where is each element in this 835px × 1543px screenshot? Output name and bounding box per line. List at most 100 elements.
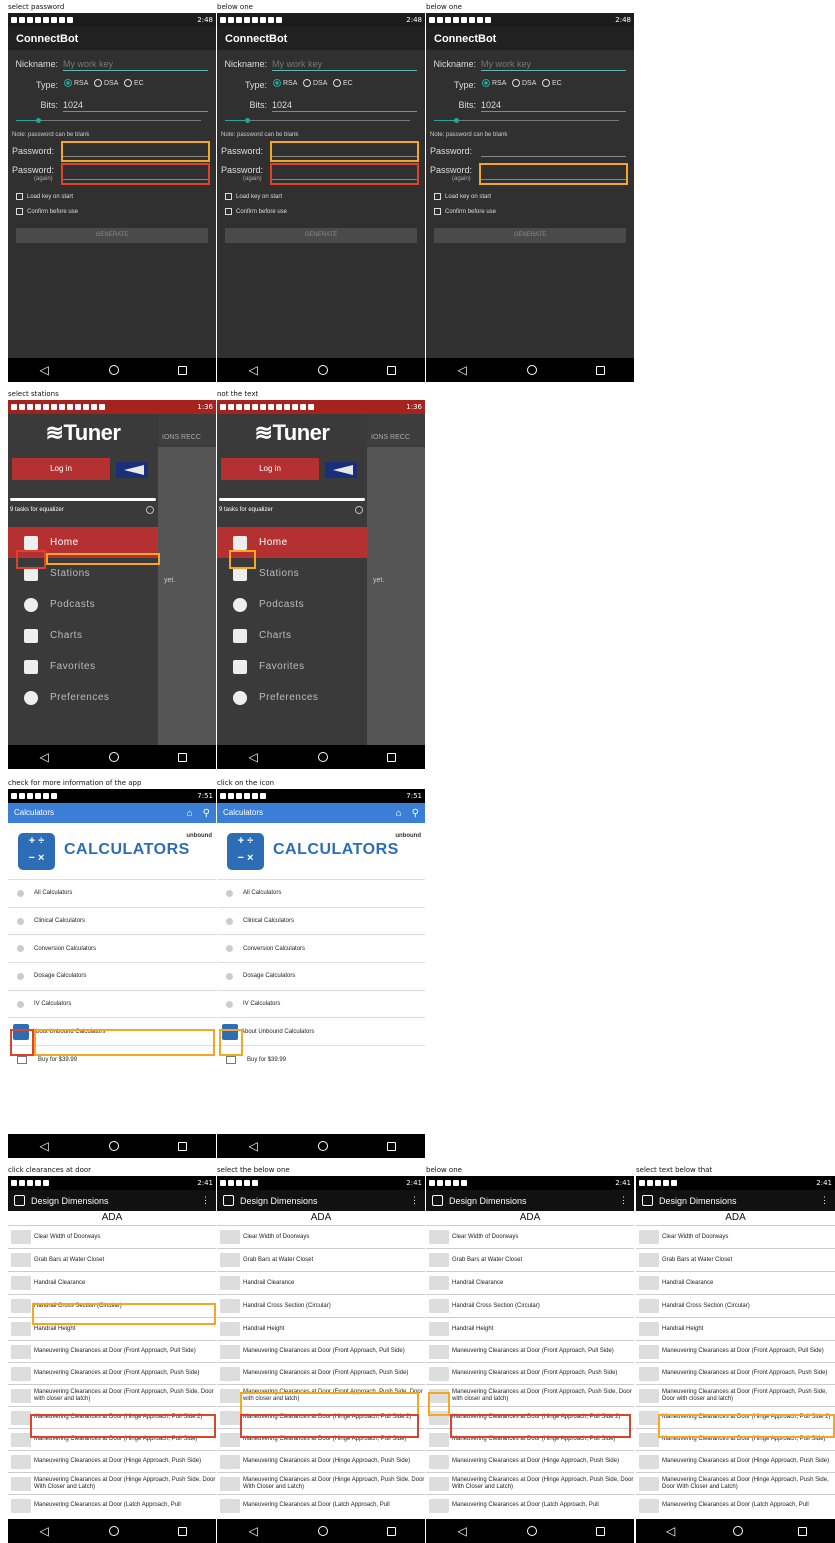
back-icon[interactable]: ◁ xyxy=(455,1525,469,1537)
bits-slider-knob[interactable] xyxy=(36,118,42,123)
back-icon[interactable]: ◁ xyxy=(664,1525,678,1537)
list-item[interactable]: Maneuvering Clearances at Door (Hinge Ap… xyxy=(8,1450,216,1472)
menu-favorites[interactable]: Favorites xyxy=(8,651,158,682)
home-nav-icon[interactable] xyxy=(527,365,538,375)
radio-ec[interactable] xyxy=(332,79,341,87)
home-nav-icon[interactable] xyxy=(318,1526,329,1536)
list-item[interactable]: Handrail Clearance xyxy=(426,1271,634,1294)
recents-icon[interactable] xyxy=(386,365,396,375)
list-item[interactable]: Maneuvering Clearances at Door (Latch Ap… xyxy=(217,1494,425,1516)
home-nav-icon[interactable] xyxy=(318,1141,329,1151)
recents-icon[interactable] xyxy=(798,1526,808,1536)
menu-preferences[interactable]: Preferences xyxy=(8,682,158,713)
back-icon[interactable]: ◁ xyxy=(246,1525,260,1537)
back-icon[interactable]: ◁ xyxy=(37,364,51,376)
load-key-checkbox[interactable] xyxy=(434,193,441,200)
list-item[interactable]: Handrail Clearance xyxy=(8,1271,216,1294)
buy-item[interactable]: Buy for $39.99 xyxy=(217,1046,425,1074)
list-item[interactable]: Grab Bars at Water Closet xyxy=(217,1248,425,1271)
list-item[interactable]: Handrail Height xyxy=(636,1317,835,1340)
list-item[interactable]: Maneuvering Clearances at Door (Latch Ap… xyxy=(636,1494,835,1516)
menu-charts[interactable]: Charts xyxy=(217,620,367,651)
home-nav-icon[interactable] xyxy=(109,1141,120,1151)
menu-favorites[interactable]: Favorites xyxy=(217,651,367,682)
bits-slider-knob[interactable] xyxy=(245,118,251,123)
list-item[interactable]: Maneuvering Clearances at Door (Hinge Ap… xyxy=(426,1450,634,1472)
nickname-field[interactable]: My work key xyxy=(63,59,208,71)
radio-dsa[interactable] xyxy=(302,79,311,87)
list-item[interactable]: Maneuvering Clearances at Door (Front Ap… xyxy=(217,1340,425,1362)
radio-dsa[interactable] xyxy=(93,79,102,87)
radio-rsa[interactable] xyxy=(273,79,281,87)
radio-rsa[interactable] xyxy=(482,79,490,87)
list-item[interactable]: Grab Bars at Water Closet xyxy=(426,1248,634,1271)
list-item[interactable]: All Calculators xyxy=(217,880,425,908)
password-field[interactable] xyxy=(481,145,626,157)
menu-preferences[interactable]: Preferences xyxy=(217,682,367,713)
list-item[interactable]: Clinical Calculators xyxy=(8,908,216,936)
load-key-checkbox[interactable] xyxy=(225,193,232,200)
flag-icon[interactable] xyxy=(325,462,357,478)
load-key-checkbox[interactable] xyxy=(16,193,23,200)
load-key-option[interactable]: Load key on start xyxy=(225,193,282,200)
confirm-option[interactable]: Confirm before use xyxy=(225,208,287,215)
menu-podcasts[interactable]: Podcasts xyxy=(8,589,158,620)
about-item[interactable]: About Unbound Calculators xyxy=(217,1018,425,1047)
login-button[interactable]: Log in xyxy=(221,458,319,480)
list-item[interactable]: Handrail Clearance xyxy=(217,1271,425,1294)
home-nav-icon[interactable] xyxy=(318,752,329,762)
list-item[interactable]: Grab Bars at Water Closet xyxy=(636,1248,835,1271)
list-item[interactable]: Maneuvering Clearances at Door (Hinge Ap… xyxy=(636,1450,835,1472)
bits-slider-knob[interactable] xyxy=(454,118,460,123)
search-icon[interactable]: ⚲ xyxy=(412,808,419,823)
generate-button[interactable]: GENERATE xyxy=(434,228,626,243)
flag-icon[interactable] xyxy=(116,462,148,478)
list-item[interactable]: Conversion Calculators xyxy=(217,935,425,964)
list-item[interactable]: Maneuvering Clearances at Door (Hinge Ap… xyxy=(217,1472,425,1494)
back-icon[interactable]: ◁ xyxy=(37,751,51,763)
list-item[interactable]: Maneuvering Clearances at Door (Front Ap… xyxy=(8,1384,216,1406)
list-item[interactable]: Clear Width of Doorways xyxy=(8,1225,216,1248)
list-item[interactable]: Maneuvering Clearances at Door (Front Ap… xyxy=(636,1340,835,1362)
home-nav-icon[interactable] xyxy=(109,365,120,375)
overflow-menu-icon[interactable]: ⋮ xyxy=(201,1195,210,1206)
list-item[interactable]: Conversion Calculators xyxy=(8,935,216,964)
list-item[interactable]: Maneuvering Clearances at Door (Front Ap… xyxy=(426,1384,634,1406)
list-item[interactable]: Clear Width of Doorways xyxy=(426,1225,634,1248)
list-item[interactable]: Clinical Calculators xyxy=(217,908,425,936)
back-icon[interactable]: ◁ xyxy=(37,1140,51,1152)
back-icon[interactable]: ◁ xyxy=(246,364,260,376)
home-icon[interactable]: ⌂ xyxy=(187,808,193,823)
confirm-checkbox[interactable] xyxy=(16,208,23,215)
list-item[interactable]: Dosage Calculators xyxy=(217,963,425,991)
home-nav-icon[interactable] xyxy=(318,365,329,375)
tabs-strip[interactable]: IONS RECC xyxy=(367,414,425,447)
radio-rsa[interactable] xyxy=(64,79,72,87)
load-key-option[interactable]: Load key on start xyxy=(434,193,491,200)
bits-field[interactable]: 1024 xyxy=(481,100,626,112)
generate-button[interactable]: GENERATE xyxy=(16,228,208,243)
nickname-field[interactable]: My work key xyxy=(481,59,626,71)
list-item[interactable]: Maneuvering Clearances at Door (Front Ap… xyxy=(636,1362,835,1384)
bits-field[interactable]: 1024 xyxy=(63,100,208,112)
list-item[interactable]: Maneuvering Clearances at Door (Front Ap… xyxy=(8,1362,216,1384)
recents-icon[interactable] xyxy=(177,752,187,762)
list-item[interactable]: Maneuvering Clearances at Door (Front Ap… xyxy=(426,1362,634,1384)
back-icon[interactable]: ◁ xyxy=(246,751,260,763)
bits-slider[interactable] xyxy=(16,118,201,123)
back-icon[interactable]: ◁ xyxy=(246,1140,260,1152)
back-icon[interactable]: ◁ xyxy=(455,364,469,376)
radio-ec[interactable] xyxy=(123,79,132,87)
home-icon[interactable]: ⌂ xyxy=(396,808,402,823)
list-item[interactable]: Maneuvering Clearances at Door (Hinge Ap… xyxy=(636,1472,835,1494)
recents-icon[interactable] xyxy=(386,752,396,762)
menu-charts[interactable]: Charts xyxy=(8,620,158,651)
home-nav-icon[interactable] xyxy=(109,1526,120,1536)
list-item[interactable]: Maneuvering Clearances at Door (Hinge Ap… xyxy=(426,1472,634,1494)
confirm-option[interactable]: Confirm before use xyxy=(434,208,496,215)
list-item[interactable]: Handrail Cross Section (Circular) xyxy=(217,1294,425,1317)
load-key-option[interactable]: Load key on start xyxy=(16,193,73,200)
confirm-checkbox[interactable] xyxy=(434,208,441,215)
home-nav-icon[interactable] xyxy=(109,752,120,762)
recents-icon[interactable] xyxy=(595,365,605,375)
